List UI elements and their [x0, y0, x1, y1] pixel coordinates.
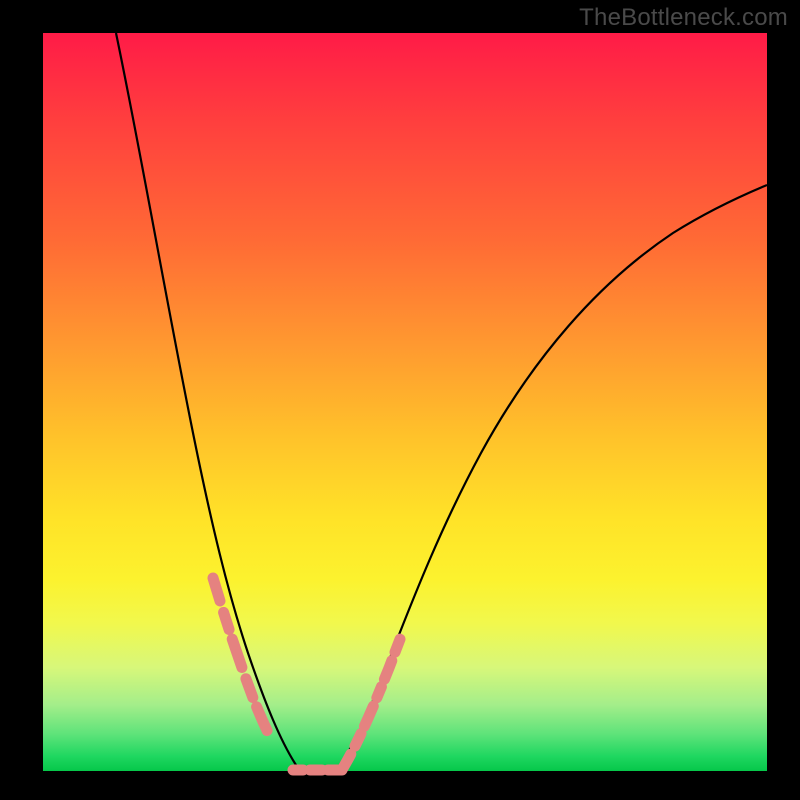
dash-right-flank	[343, 561, 433, 768]
chart-frame: TheBottleneck.com	[0, 0, 800, 800]
chart-plot-area	[43, 33, 767, 771]
dash-left-flank	[213, 578, 291, 771]
chart-svg	[43, 33, 767, 771]
bottleneck-curve	[116, 33, 767, 771]
watermark-text: TheBottleneck.com	[579, 4, 788, 32]
